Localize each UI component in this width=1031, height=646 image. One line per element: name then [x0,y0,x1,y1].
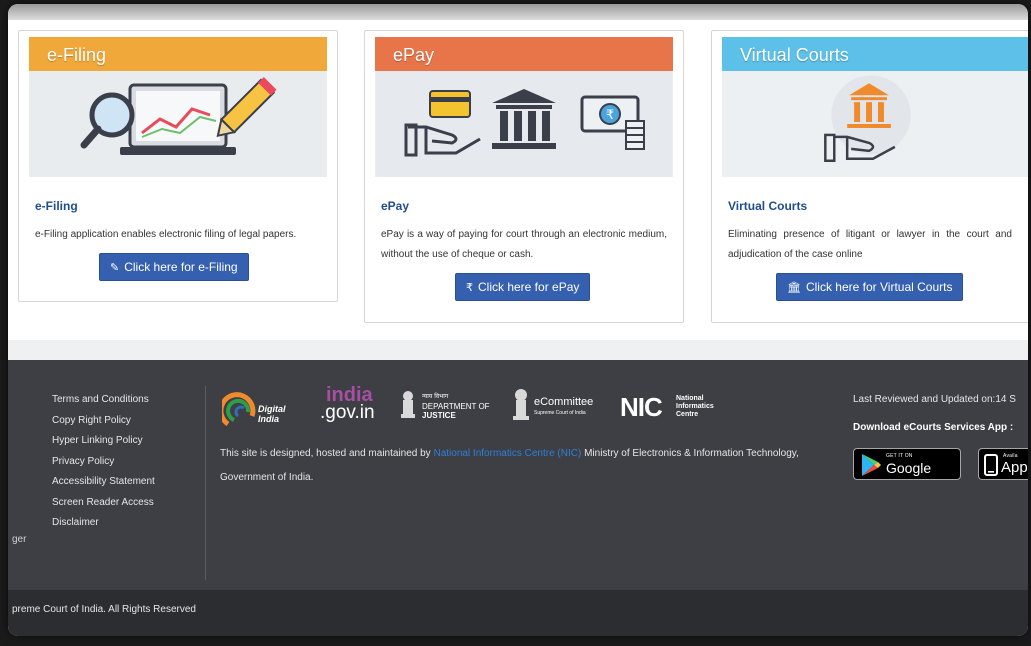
nic-sub2: Informatics [676,403,714,410]
app-store-big-text: App [1001,459,1028,476]
efiling-banner-label: e-Filing [29,37,327,71]
ecommittee-text: eCommittee [534,396,594,408]
virtual-courts-title: Virtual Courts [728,199,808,213]
ecommittee-emblem-icon [513,389,529,420]
india-gov-logo[interactable]: india .gov.in [320,384,384,430]
footer-links: Terms and Conditions Copy Right Policy H… [52,390,155,534]
efiling-illustration-icon [30,71,326,177]
nic-sub1: National [676,395,704,402]
nic-text: NIC [620,392,663,422]
google-play-button[interactable]: GET IT ON Google Play [853,448,961,480]
footer-link-hyperlinking[interactable]: Hyper Linking Policy [52,431,155,452]
doj-line1-text: DEPARTMENT OF [422,402,490,411]
digital-india-swirl-icon [222,392,256,427]
footer-credit-prefix: This site is designed, hosted and mainta… [220,448,434,459]
footer-link-privacy[interactable]: Privacy Policy [52,452,155,473]
epay-card: ePay ₹ ePay ePay is a way of paying for … [364,30,684,323]
nic-sub3: Centre [676,411,699,418]
epay-button[interactable]: ₹ Click here for ePay [455,273,591,301]
efiling-description: e-Filing application enables electronic … [35,229,297,240]
virtual-courts-illustration-icon [722,71,1028,177]
google-play-small-text: GET IT ON [886,453,913,459]
epay-banner-label: ePay [375,37,673,71]
epay-button-label: Click here for ePay [478,280,580,294]
india-gov-bottom-text: .gov.in [320,402,375,423]
edit-icon: ✎ [110,262,120,274]
google-play-icon [862,454,881,476]
rupee-icon: ₹ [466,282,473,294]
top-edge [8,4,1028,20]
copyright-text: preme Court of India. All Rights Reserve… [12,604,196,615]
epay-title: ePay [381,199,410,213]
partner-logos: Digital India india .gov.in न्याय विभाग … [220,384,720,430]
bank-icon: 🏛 [787,282,801,294]
svg-text:₹: ₹ [606,108,614,123]
efiling-button-label: Click here for e-Filing [124,260,238,274]
doj-logo[interactable]: न्याय विभाग DEPARTMENT OF JUSTICE [400,386,496,430]
virtual-courts-button-label: Click here for Virtual Courts [805,280,953,294]
doj-line2-text: JUSTICE [422,411,456,420]
site-footer: Terms and Conditions Copy Right Policy H… [8,360,1028,590]
nic-logo[interactable]: NIC National Informatics Centre [620,386,730,430]
google-play-big-text: Google Play [886,460,932,479]
footer-divider [205,386,206,580]
nic-link[interactable]: National Informatics Centre (NIC) [433,448,581,459]
last-reviewed: Last Reviewed and Updated on:14 S [853,394,1016,405]
digital-india-logo[interactable]: Digital India [222,386,308,430]
digital-india-text: Digital India [258,404,286,424]
virtual-courts-card: Virtual Courts Virtual Courts Eliminatin… [711,30,1028,323]
efiling-banner: e-Filing [29,37,327,177]
virtual-courts-description: Eliminating presence of litigant or lawy… [728,229,1012,260]
footer-link-accessibility[interactable]: Accessibility Statement [52,472,155,493]
footer-link-copyright[interactable]: Copy Right Policy [52,411,155,432]
epay-illustration-icon: ₹ [376,71,672,177]
copyright-bar: preme Court of India. All Rights Reserve… [8,590,1028,636]
ecommittee-logo[interactable]: eCommittee Supreme Court of India [512,386,612,430]
doj-hindi-text: न्याय विभाग [422,393,449,400]
browser-viewport: e-Filing e-Filing e-Filing application e… [8,4,1028,636]
footer-link-terms[interactable]: Terms and Conditions [52,390,155,411]
efiling-title: e-Filing [35,199,78,213]
virtual-courts-banner: Virtual Courts [722,37,1028,177]
footer-link-screen-reader[interactable]: Screen Reader Access [52,493,155,514]
footer-link-disclaimer[interactable]: Disclaimer [52,513,155,534]
phone-icon [984,454,998,476]
footer-left-fragment[interactable]: ger [12,534,26,545]
virtual-courts-banner-label: Virtual Courts [722,37,1028,71]
efiling-card: e-Filing e-Filing e-Filing application e… [18,30,338,302]
app-store-button[interactable]: Availa App [978,448,1028,480]
ecommittee-sub-text: Supreme Court of India [534,410,586,416]
efiling-button[interactable]: ✎ Click here for e-Filing [99,253,249,281]
epay-banner: ePay ₹ [375,37,673,177]
virtual-courts-button[interactable]: 🏛 Click here for Virtual Courts [776,273,964,301]
emblem-icon [401,391,415,418]
epay-description: ePay is a way of paying for court throug… [381,229,667,260]
download-app-label: Download eCourts Services App : [853,422,1014,433]
footer-credit: This site is designed, hosted and mainta… [220,442,820,490]
